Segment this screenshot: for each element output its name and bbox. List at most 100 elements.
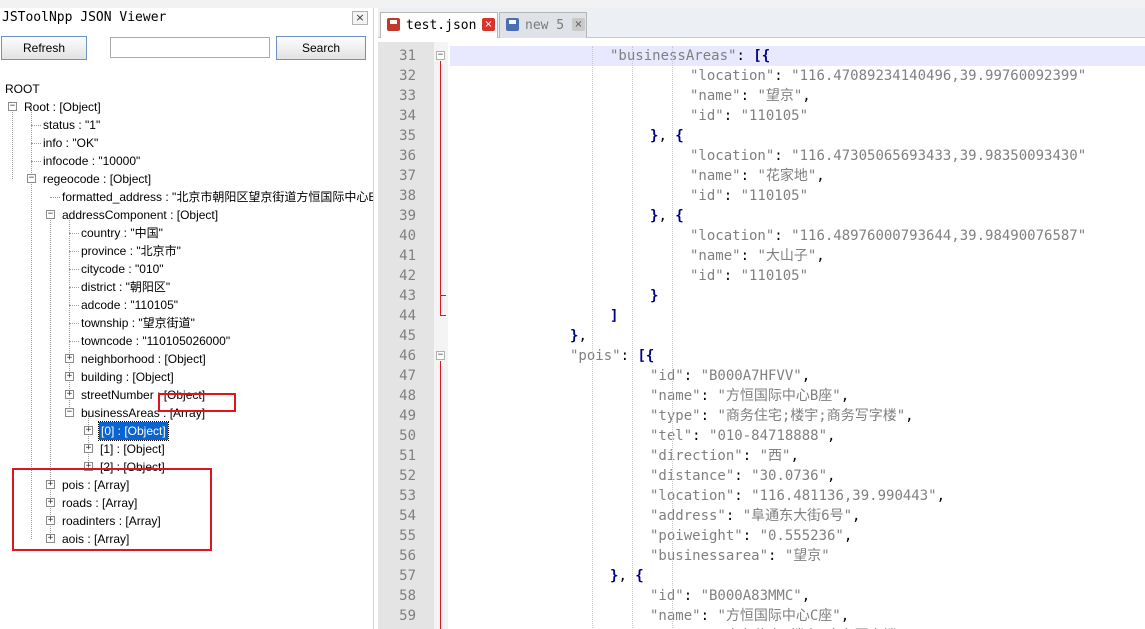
refresh-button[interactable]: Refresh bbox=[1, 36, 87, 60]
search-input[interactable] bbox=[110, 37, 270, 58]
json-tree: ROOT − Root : [Object] status : "1" info… bbox=[0, 72, 373, 629]
expand-icon[interactable]: + bbox=[65, 372, 74, 381]
expand-icon[interactable]: + bbox=[46, 480, 55, 489]
line-number: 57 bbox=[399, 568, 416, 584]
expand-icon[interactable]: + bbox=[65, 390, 74, 399]
tree-node-business-area-2[interactable]: [2] : [Object] bbox=[100, 458, 165, 476]
tab-close-icon[interactable]: × bbox=[572, 18, 585, 31]
tree-node-roadinters[interactable]: roadinters : [Array] bbox=[62, 512, 161, 530]
tree-node-formatted-address[interactable]: formatted_address : "北京市朝阳区望京街道方恒国际中心B座" bbox=[62, 188, 373, 206]
line-number: 48 bbox=[399, 388, 416, 404]
code-line: "name": "方恒国际中心C座", bbox=[650, 608, 850, 624]
line-number: 32 bbox=[399, 68, 416, 84]
line-number: 53 bbox=[399, 488, 416, 504]
tree-node-root[interactable]: Root : [Object] bbox=[24, 98, 101, 116]
tree-node-township[interactable]: township : "望京街道" bbox=[81, 314, 195, 332]
collapse-icon[interactable]: − bbox=[27, 174, 36, 183]
line-number: 52 bbox=[399, 468, 416, 484]
expand-icon[interactable]: + bbox=[46, 498, 55, 507]
tab-label: new 5 bbox=[525, 18, 565, 33]
line-number: 36 bbox=[399, 148, 416, 164]
save-state-icon bbox=[506, 18, 519, 31]
tab-bar: test.json × new 5 × bbox=[378, 8, 1145, 38]
tree-node-roads[interactable]: roads : [Array] bbox=[62, 494, 137, 512]
tree-node-status[interactable]: status : "1" bbox=[43, 116, 100, 134]
line-number: 44 bbox=[399, 308, 416, 324]
save-state-icon bbox=[387, 18, 400, 31]
expand-icon[interactable]: + bbox=[65, 354, 74, 363]
code-line: "id": "B000A7HFVV", bbox=[650, 368, 811, 384]
tab-label: test.json bbox=[406, 18, 477, 33]
code-line: "address": "阜通东大街6号", bbox=[650, 508, 861, 524]
indent-guide bbox=[672, 46, 673, 629]
tree-node-pois[interactable]: pois : [Array] bbox=[62, 476, 129, 494]
tree-node-citycode[interactable]: citycode : "010" bbox=[81, 260, 164, 278]
tree-node-regeocode[interactable]: regeocode : [Object] bbox=[43, 170, 151, 188]
tree-node-country[interactable]: country : "中国" bbox=[81, 224, 163, 242]
fold-collapse-icon[interactable]: − bbox=[436, 51, 445, 60]
expand-icon[interactable]: + bbox=[46, 534, 55, 543]
expand-icon[interactable]: + bbox=[84, 444, 93, 453]
fold-collapse-icon[interactable]: − bbox=[436, 351, 445, 360]
tree-node-info[interactable]: info : "OK" bbox=[43, 134, 98, 152]
search-button[interactable]: Search bbox=[276, 36, 366, 60]
line-number: 38 bbox=[399, 188, 416, 204]
tree-node-towncode[interactable]: towncode : "110105026000" bbox=[81, 332, 230, 350]
tree-node-street-number[interactable]: streetNumber : [Object] bbox=[81, 386, 205, 404]
tab-test-json[interactable]: test.json × bbox=[380, 12, 498, 38]
line-number: 39 bbox=[399, 208, 416, 224]
app-toolbar-strip bbox=[0, 0, 1145, 8]
json-viewer-panel: JSToolNpp JSON Viewer × Refresh Search R… bbox=[0, 8, 374, 629]
line-number: 58 bbox=[399, 588, 416, 604]
code-line: }, { bbox=[650, 128, 684, 144]
code-line: }, bbox=[570, 328, 587, 344]
code-line: "name": "花家地", bbox=[690, 168, 825, 184]
tree-root-label: ROOT bbox=[5, 82, 40, 96]
line-number: 55 bbox=[399, 528, 416, 544]
tree-node-neighborhood[interactable]: neighborhood : [Object] bbox=[81, 350, 206, 368]
code-line: "poiweight": "0.555236", bbox=[650, 528, 853, 544]
tree-node-adcode[interactable]: adcode : "110105" bbox=[81, 296, 178, 314]
tree-node-building[interactable]: building : [Object] bbox=[81, 368, 174, 386]
code-line: "id": "B000A83MMC", bbox=[650, 588, 811, 604]
panel-close-icon[interactable]: × bbox=[352, 11, 368, 25]
tree-node-province[interactable]: province : "北京市" bbox=[81, 242, 181, 260]
tree-node-address-component[interactable]: addressComponent : [Object] bbox=[62, 206, 218, 224]
code-line: ] bbox=[610, 308, 619, 324]
expand-icon[interactable]: + bbox=[84, 426, 93, 435]
editor-pane: test.json × new 5 × "businessAreas": [{"… bbox=[378, 8, 1145, 629]
line-number: 47 bbox=[399, 368, 416, 384]
code-line: "tel": "010-84718888", bbox=[650, 428, 836, 444]
collapse-icon[interactable]: − bbox=[65, 408, 74, 417]
line-number: 59 bbox=[399, 608, 416, 624]
line-number: 42 bbox=[399, 268, 416, 284]
line-number: 43 bbox=[399, 288, 416, 304]
code-line: "location": "116.481136,39.990443", bbox=[650, 488, 946, 504]
expand-icon[interactable]: + bbox=[84, 462, 93, 471]
tab-close-icon[interactable]: × bbox=[482, 18, 495, 31]
code-line: "direction": "西", bbox=[650, 448, 799, 464]
tree-node-business-area-0[interactable]: [0] : [Object] bbox=[98, 421, 169, 441]
expand-icon[interactable]: + bbox=[46, 516, 55, 525]
code-line: "businessarea": "望京" bbox=[650, 548, 830, 564]
collapse-icon[interactable]: − bbox=[8, 102, 17, 111]
collapse-icon[interactable]: − bbox=[46, 210, 55, 219]
line-number: 46 bbox=[399, 348, 416, 364]
indent-guide bbox=[592, 46, 593, 629]
line-number: 37 bbox=[399, 168, 416, 184]
code-line: "distance": "30.0736", bbox=[650, 468, 836, 484]
line-number: 41 bbox=[399, 248, 416, 264]
line-number: 56 bbox=[399, 548, 416, 564]
tab-new-5[interactable]: new 5 × bbox=[499, 12, 587, 38]
line-number: 31 bbox=[399, 48, 416, 64]
tree-node-business-areas[interactable]: businessAreas : [Array] bbox=[81, 404, 205, 422]
tree-node-business-area-1[interactable]: [1] : [Object] bbox=[100, 440, 165, 458]
tree-node-aois[interactable]: aois : [Array] bbox=[62, 530, 129, 548]
tree-node-infocode[interactable]: infocode : "10000" bbox=[43, 152, 140, 170]
line-number: 45 bbox=[399, 328, 416, 344]
tree-node-district[interactable]: district : "朝阳区" bbox=[81, 278, 170, 296]
fold-range-line bbox=[440, 61, 441, 315]
code-line: }, { bbox=[650, 208, 684, 224]
code-line: "id": "110105" bbox=[690, 268, 809, 284]
code-line: "location": "116.47305065693433,39.98350… bbox=[690, 148, 1087, 164]
